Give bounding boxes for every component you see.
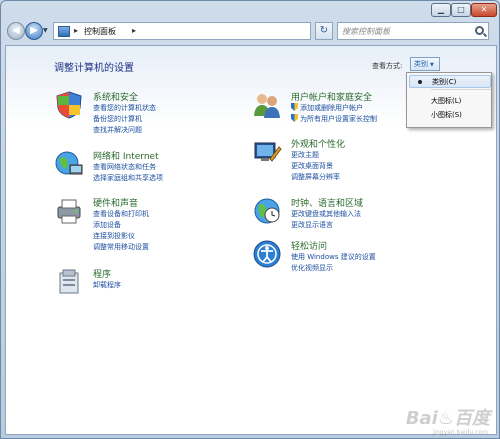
appearance-icon[interactable] <box>252 137 282 167</box>
search-box[interactable]: 搜索控制面板 <box>337 22 489 40</box>
security-shield-icon[interactable] <box>54 90 84 120</box>
category-title[interactable]: 程序 <box>93 267 111 280</box>
link-add-device[interactable]: 添加设备 <box>93 220 121 230</box>
close-button[interactable]: ✕ <box>471 3 497 17</box>
link-uninstall[interactable]: 卸载程序 <box>93 280 121 290</box>
category-title[interactable]: 外观和个性化 <box>291 137 345 150</box>
category-title[interactable]: 时钟、语言和区域 <box>291 196 363 209</box>
search-icon[interactable] <box>475 26 484 35</box>
link-add-remove-accounts[interactable]: 添加或删除用户帐户 <box>291 103 363 113</box>
link-homegroup[interactable]: 选择家庭组和共享选项 <box>93 173 163 183</box>
watermark-logo: Bai♨百度 <box>405 408 490 429</box>
link-backup[interactable]: 备份您的计算机 <box>93 114 142 124</box>
clock-globe-icon[interactable] <box>252 196 282 226</box>
category-title[interactable]: 硬件和声音 <box>93 196 138 209</box>
chevron-down-icon: ▼ <box>430 62 434 68</box>
link-devices-printers[interactable]: 查看设备和打印机 <box>93 209 149 219</box>
link-optimize-display[interactable]: 优化视频显示 <box>291 263 333 273</box>
radio-dot-icon <box>418 80 422 84</box>
address-bar[interactable]: ▸ 控制面板 ▸ ▼ <box>53 22 355 40</box>
link-mobility-settings[interactable]: 调整常用移动设置 <box>93 242 149 252</box>
menu-item-small-icons[interactable]: 小图标(S) <box>409 109 491 122</box>
view-by-menu: 类别(C) 大图标(L) 小图标(S) <box>406 72 492 128</box>
link-display-language[interactable]: 更改显示语言 <box>291 220 333 230</box>
title-bar[interactable]: ▁ □ ✕ <box>1 1 499 21</box>
link-screen-resolution[interactable]: 调整屏幕分辨率 <box>291 172 340 182</box>
refresh-button[interactable]: ↻ <box>315 22 333 40</box>
ease-of-access-icon[interactable] <box>252 239 282 269</box>
menu-separator <box>431 89 491 90</box>
link-view-status[interactable]: 查看您的计算机状态 <box>93 103 156 113</box>
link-recommended-settings[interactable]: 使用 Windows 建议的设置 <box>291 252 376 262</box>
network-globe-icon[interactable] <box>54 149 84 179</box>
uac-shield-icon <box>291 103 298 111</box>
watermark-url: jingyan.baidu.com <box>432 429 488 436</box>
page-title: 调整计算机的设置 <box>54 63 134 74</box>
minimize-button[interactable]: ▁ <box>431 3 451 17</box>
view-by-dropdown[interactable]: 类别 ▼ <box>410 57 440 71</box>
category-title[interactable]: 系统和安全 <box>93 90 138 103</box>
breadcrumb-chevron-icon[interactable]: ▸ <box>132 26 136 35</box>
control-panel-icon <box>58 26 70 37</box>
maximize-button[interactable]: □ <box>451 3 471 17</box>
link-change-theme[interactable]: 更改主题 <box>291 150 319 160</box>
forward-button[interactable]: ▶ <box>25 22 43 40</box>
search-input[interactable]: 搜索控制面板 <box>342 26 390 37</box>
recent-pages-dropdown-icon[interactable]: ▼ <box>43 27 48 34</box>
link-troubleshoot[interactable]: 查找并解决问题 <box>93 125 142 135</box>
view-by-value[interactable]: 类别 <box>414 60 428 68</box>
control-panel-window: ▁ □ ✕ ◀ ▶ ▼ ▸ 控制面板 ▸ ▼ ↻ 搜索控制面板 调整计算机的设置… <box>0 0 500 439</box>
users-icon[interactable] <box>252 90 282 120</box>
back-button[interactable]: ◀ <box>7 22 25 40</box>
breadcrumb-control-panel[interactable]: 控制面板 <box>84 26 116 37</box>
link-keyboard-input[interactable]: 更改键盘或其他输入法 <box>291 209 361 219</box>
view-by-label: 查看方式: <box>372 62 403 70</box>
link-network-status[interactable]: 查看网络状态和任务 <box>93 162 156 172</box>
programs-icon[interactable] <box>54 267 84 297</box>
category-title[interactable]: 网络和 Internet <box>93 149 159 162</box>
link-desktop-background[interactable]: 更改桌面背景 <box>291 161 333 171</box>
category-title[interactable]: 轻松访问 <box>291 239 327 252</box>
menu-item-large-icons[interactable]: 大图标(L) <box>409 95 491 108</box>
navigation-bar: ◀ ▶ ▼ ▸ 控制面板 ▸ ▼ ↻ 搜索控制面板 <box>5 21 497 43</box>
link-parental-controls[interactable]: 为所有用户设置家长控制 <box>291 114 377 124</box>
link-projector[interactable]: 连接到投影仪 <box>93 231 135 241</box>
category-title[interactable]: 用户帐户和家庭安全 <box>291 90 372 103</box>
menu-item-category[interactable]: 类别(C) <box>409 75 491 88</box>
printer-icon[interactable] <box>54 196 84 226</box>
breadcrumb-chevron-icon[interactable]: ▸ <box>74 26 78 35</box>
uac-shield-icon <box>291 114 298 122</box>
